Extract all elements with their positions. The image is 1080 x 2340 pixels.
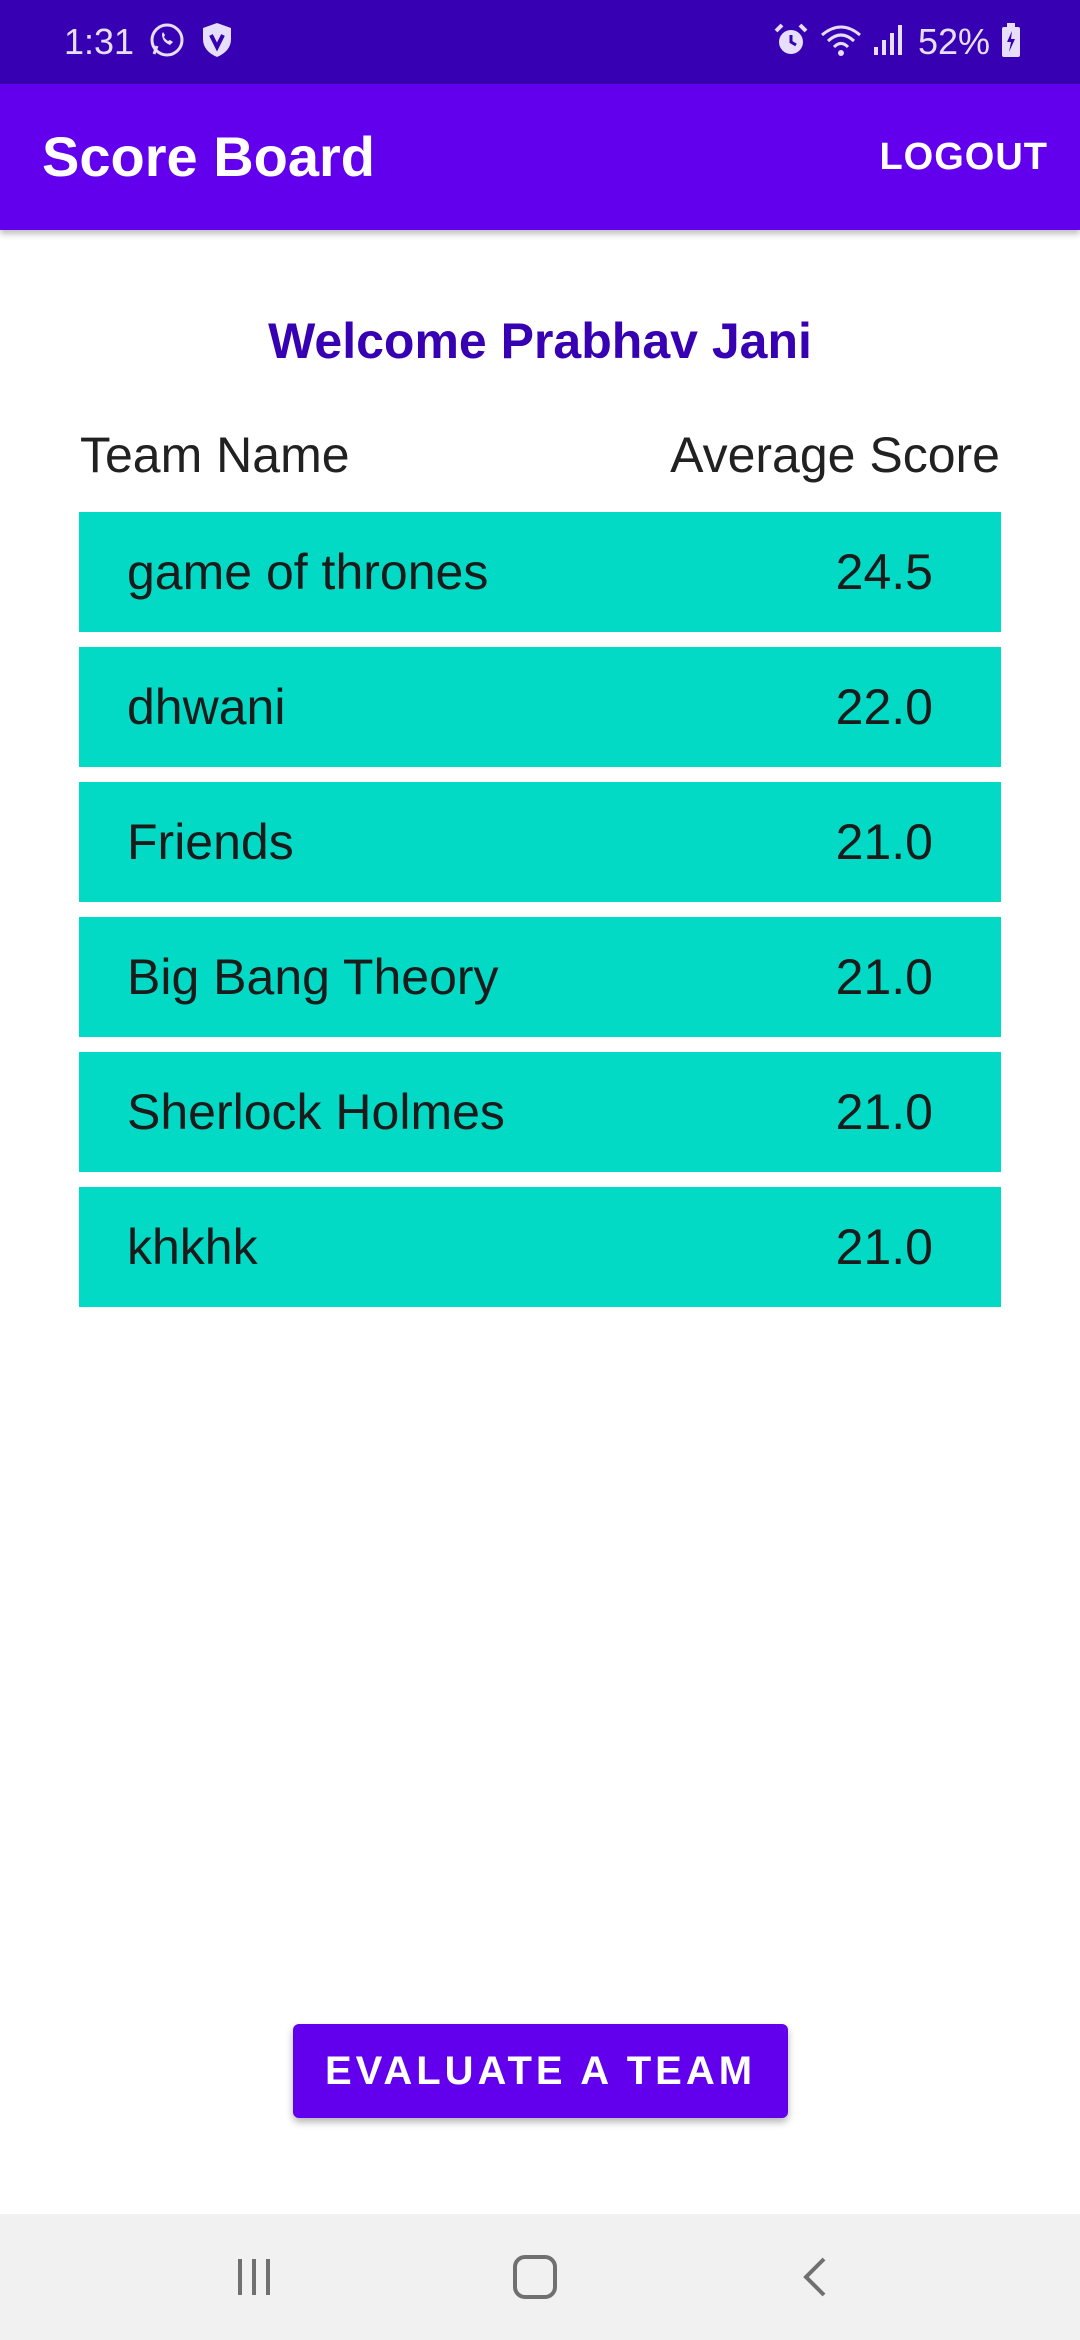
logout-button[interactable]: LOGOUT [879, 84, 1048, 230]
battery-percentage: 52% [917, 21, 990, 62]
evaluate-team-button[interactable]: EVALUATE A TEAM [293, 2024, 788, 2118]
team-name: game of thrones [127, 544, 489, 600]
battery-icon [1000, 21, 1022, 64]
navigation-bar [0, 2214, 1080, 2340]
team-score: 21.0 [835, 814, 933, 870]
recent-apps-icon[interactable] [194, 2214, 314, 2340]
back-icon[interactable] [756, 2214, 876, 2340]
team-row[interactable]: Big Bang Theory 21.0 [79, 917, 1001, 1037]
team-name-header: Team Name [80, 427, 350, 483]
team-name: khkhk [127, 1219, 258, 1275]
status-bar: 1:31 52% [0, 0, 1080, 84]
app-bar: Score Board LOGOUT [0, 84, 1080, 230]
team-score: 21.0 [835, 1084, 933, 1140]
team-row[interactable]: dhwani 22.0 [79, 647, 1001, 767]
status-time: 1:31 [64, 21, 135, 62]
app-title: Score Board [42, 125, 375, 188]
team-row[interactable]: Sherlock Holmes 21.0 [79, 1052, 1001, 1172]
status-right: 52% [772, 0, 1022, 84]
team-name: Sherlock Holmes [127, 1084, 505, 1140]
average-score-header: Average Score [670, 427, 1000, 483]
alarm-icon [772, 21, 810, 64]
signal-icon [872, 21, 908, 64]
welcome-message: Welcome Prabhav Jani [268, 313, 812, 369]
team-score: 24.5 [835, 544, 933, 600]
team-row[interactable]: khkhk 21.0 [79, 1187, 1001, 1307]
team-name: Big Bang Theory [127, 949, 499, 1005]
team-name: Friends [127, 814, 294, 870]
whatsapp-icon [148, 21, 186, 64]
status-left: 1:31 [64, 0, 234, 84]
wifi-icon [820, 21, 862, 64]
team-row[interactable]: game of thrones 24.5 [79, 512, 1001, 632]
home-icon[interactable] [475, 2214, 595, 2340]
shield-icon [200, 21, 234, 64]
team-score: 22.0 [835, 679, 933, 735]
team-row[interactable]: Friends 21.0 [79, 782, 1001, 902]
team-name: dhwani [127, 679, 286, 735]
team-score: 21.0 [835, 949, 933, 1005]
team-list: game of thrones 24.5 dhwani 22.0 Friends… [79, 512, 1001, 1322]
team-score: 21.0 [835, 1219, 933, 1275]
